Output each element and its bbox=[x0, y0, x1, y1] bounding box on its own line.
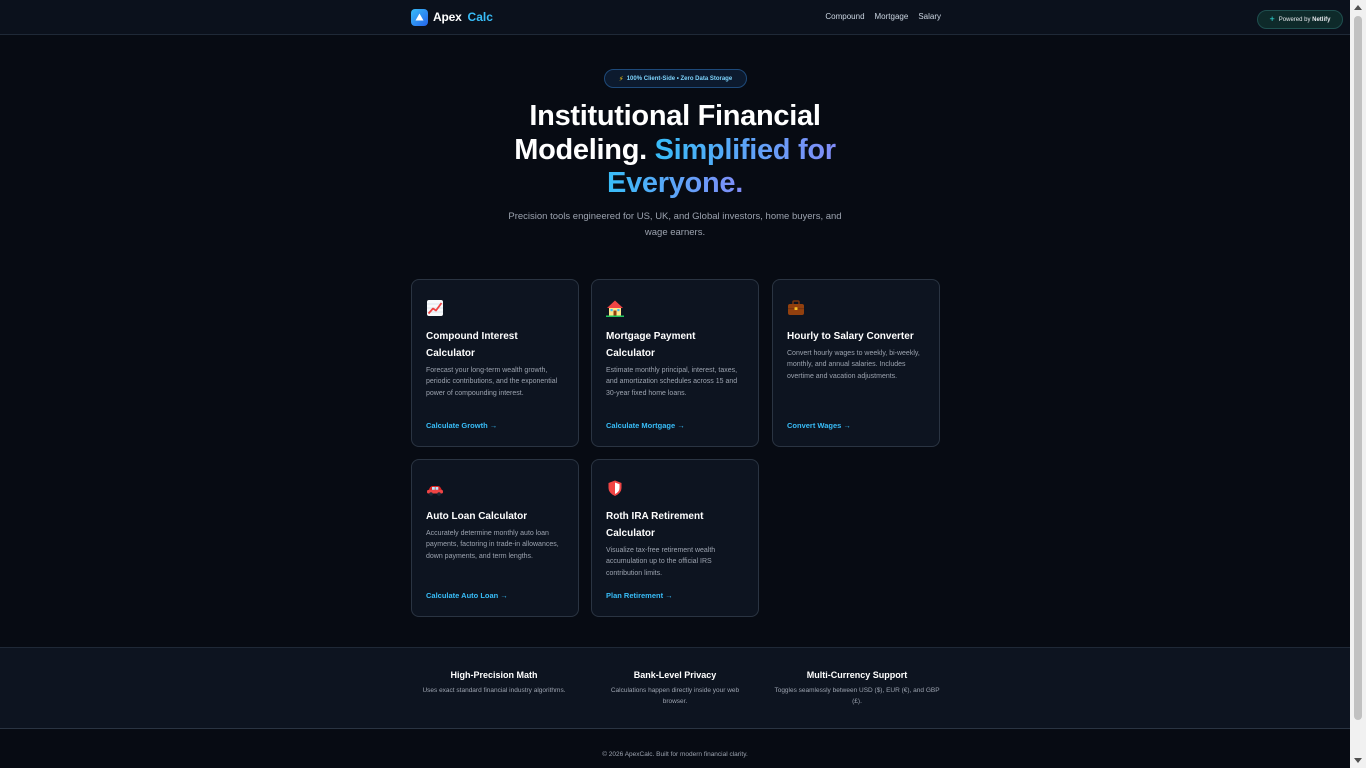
card-title: Compound Interest Calculator bbox=[426, 331, 518, 359]
hero-subtitle: Precision tools engineered for US, UK, a… bbox=[508, 211, 842, 238]
briefcase-icon bbox=[787, 299, 805, 317]
card-hourly-salary[interactable]: Hourly to Salary Converter Convert hourl… bbox=[772, 279, 940, 447]
card-description: Visualize tax-free retirement wealth acc… bbox=[606, 547, 716, 577]
brand-accent: Calc bbox=[467, 10, 493, 24]
nav-links: Compound Mortgage Salary bbox=[825, 12, 941, 21]
card-roth-ira[interactable]: Roth IRA Retirement Calculator Visualize… bbox=[591, 459, 759, 617]
feature-description: Uses exact standard financial industry a… bbox=[422, 687, 566, 694]
nav-link-salary[interactable]: Salary bbox=[918, 12, 941, 21]
plan-retirement-link[interactable]: Plan Retirement → bbox=[606, 591, 673, 600]
convert-wages-link[interactable]: Convert Wages → bbox=[787, 421, 851, 430]
feature-currency: Multi-Currency Support Toggles seamlessl… bbox=[772, 670, 942, 707]
features-band: High-Precision Math Uses exact standard … bbox=[0, 647, 1350, 729]
scroll-down-arrow-icon[interactable] bbox=[1354, 758, 1362, 763]
card-title: Auto Loan Calculator bbox=[426, 511, 528, 522]
feature-description: Calculations happen directly inside your… bbox=[610, 687, 740, 705]
nav-link-mortgage[interactable]: Mortgage bbox=[875, 12, 909, 21]
car-icon bbox=[426, 480, 444, 498]
brand-name: Apex bbox=[433, 10, 462, 24]
card-description: Accurately determine monthly auto loan p… bbox=[426, 530, 559, 560]
card-auto-loan[interactable]: Auto Loan Calculator Accurately determin… bbox=[411, 459, 579, 617]
nav-link-compound[interactable]: Compound bbox=[825, 12, 864, 21]
netlify-prefix: Powered by bbox=[1278, 16, 1311, 23]
netlify-text: Powered by Netlify bbox=[1279, 17, 1331, 23]
card-title: Mortgage Payment Calculator bbox=[606, 331, 696, 359]
house-icon bbox=[606, 299, 624, 317]
scroll-up-arrow-icon[interactable] bbox=[1354, 5, 1362, 10]
card-description: Estimate monthly principal, interest, ta… bbox=[606, 367, 738, 397]
card-description: Convert hourly wages to weekly, bi-weekl… bbox=[787, 350, 920, 380]
logo-triangle-icon bbox=[411, 8, 428, 26]
feature-title: High-Precision Math bbox=[450, 670, 538, 680]
hero-title-plain: Modeling. bbox=[514, 133, 647, 166]
hero-title-accent: Simplified for bbox=[654, 133, 836, 166]
chart-trending-up-icon bbox=[426, 299, 444, 317]
lightning-icon: ⚡ bbox=[618, 75, 624, 83]
hero-title-accent-end: Everyone. bbox=[607, 167, 743, 199]
calculate-auto-loan-link[interactable]: Calculate Auto Loan → bbox=[426, 591, 508, 600]
top-navigation: Apex Calc Compound Mortgage Salary bbox=[0, 0, 1350, 35]
calculate-mortgage-link[interactable]: Calculate Mortgage → bbox=[606, 421, 685, 430]
card-compound-interest[interactable]: Compound Interest Calculator Forecast yo… bbox=[411, 279, 579, 447]
feature-title: Multi-Currency Support bbox=[806, 670, 908, 680]
card-description: Forecast your long-term wealth growth, p… bbox=[426, 367, 558, 397]
card-title: Hourly to Salary Converter bbox=[787, 331, 914, 342]
scrollbar-thumb[interactable] bbox=[1354, 16, 1362, 720]
shield-icon bbox=[606, 479, 624, 497]
privacy-badge: ⚡ 100% Client-Side • Zero Data Storage bbox=[604, 69, 747, 88]
hero-title-line1: Institutional Financial bbox=[529, 100, 821, 132]
scrollbar[interactable] bbox=[1350, 0, 1366, 768]
card-mortgage[interactable]: Mortgage Payment Calculator Estimate mon… bbox=[591, 279, 759, 447]
brand-logo-link[interactable]: Apex Calc bbox=[411, 8, 493, 26]
copyright-text: © 2026 ApexCalc. Built for modern financ… bbox=[602, 751, 748, 758]
netlify-brand: Netlify bbox=[1312, 16, 1331, 23]
calculate-growth-link[interactable]: Calculate Growth → bbox=[426, 421, 497, 430]
footer: © 2026 ApexCalc. Built for modern financ… bbox=[0, 730, 1350, 768]
feature-title: Bank-Level Privacy bbox=[633, 670, 717, 680]
feature-privacy: Bank-Level Privacy Calculations happen d… bbox=[590, 670, 760, 707]
hero-title: Institutional Financial Modeling. Simpli… bbox=[450, 100, 900, 201]
badge-text: 100% Client-Side • Zero Data Storage bbox=[626, 75, 733, 82]
feature-precision: High-Precision Math Uses exact standard … bbox=[409, 670, 579, 696]
card-title: Roth IRA Retirement Calculator bbox=[606, 511, 704, 539]
netlify-icon: + bbox=[1269, 14, 1275, 24]
feature-description: Toggles seamlessly between USD ($), EUR … bbox=[774, 687, 940, 705]
powered-by-netlify-badge[interactable]: + Powered by Netlify bbox=[1257, 10, 1343, 29]
